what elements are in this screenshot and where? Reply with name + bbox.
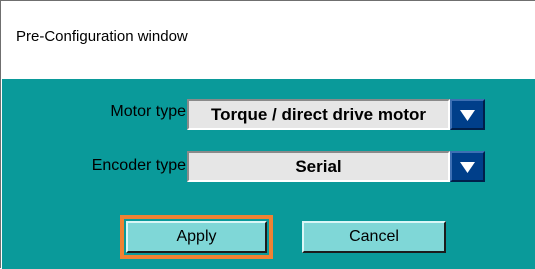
apply-button[interactable]: Apply (126, 221, 267, 253)
window-client-area: Motor type Torque / direct drive motor E… (2, 79, 535, 269)
window-title: Pre-Configuration window (16, 28, 188, 45)
encoder-type-dropdown[interactable]: Serial (187, 151, 485, 182)
encoder-type-dropdown-button[interactable] (450, 151, 485, 182)
motor-type-dropdown-button[interactable] (450, 99, 485, 130)
motor-type-value[interactable]: Torque / direct drive motor (187, 99, 450, 130)
chevron-down-icon (460, 162, 475, 173)
encoder-type-value[interactable]: Serial (187, 151, 450, 182)
cancel-button[interactable]: Cancel (302, 221, 446, 253)
title-bar: Pre-Configuration window (2, 2, 535, 78)
cancel-button-wrap: Cancel (302, 221, 446, 253)
motor-type-dropdown[interactable]: Torque / direct drive motor (187, 99, 485, 130)
apply-button-focus-ring: Apply (120, 215, 273, 259)
encoder-type-label: Encoder type (91, 157, 186, 174)
pre-configuration-window: Pre-Configuration window Motor type Torq… (0, 0, 535, 269)
chevron-down-icon (460, 110, 475, 121)
motor-type-label: Motor type (110, 103, 186, 120)
